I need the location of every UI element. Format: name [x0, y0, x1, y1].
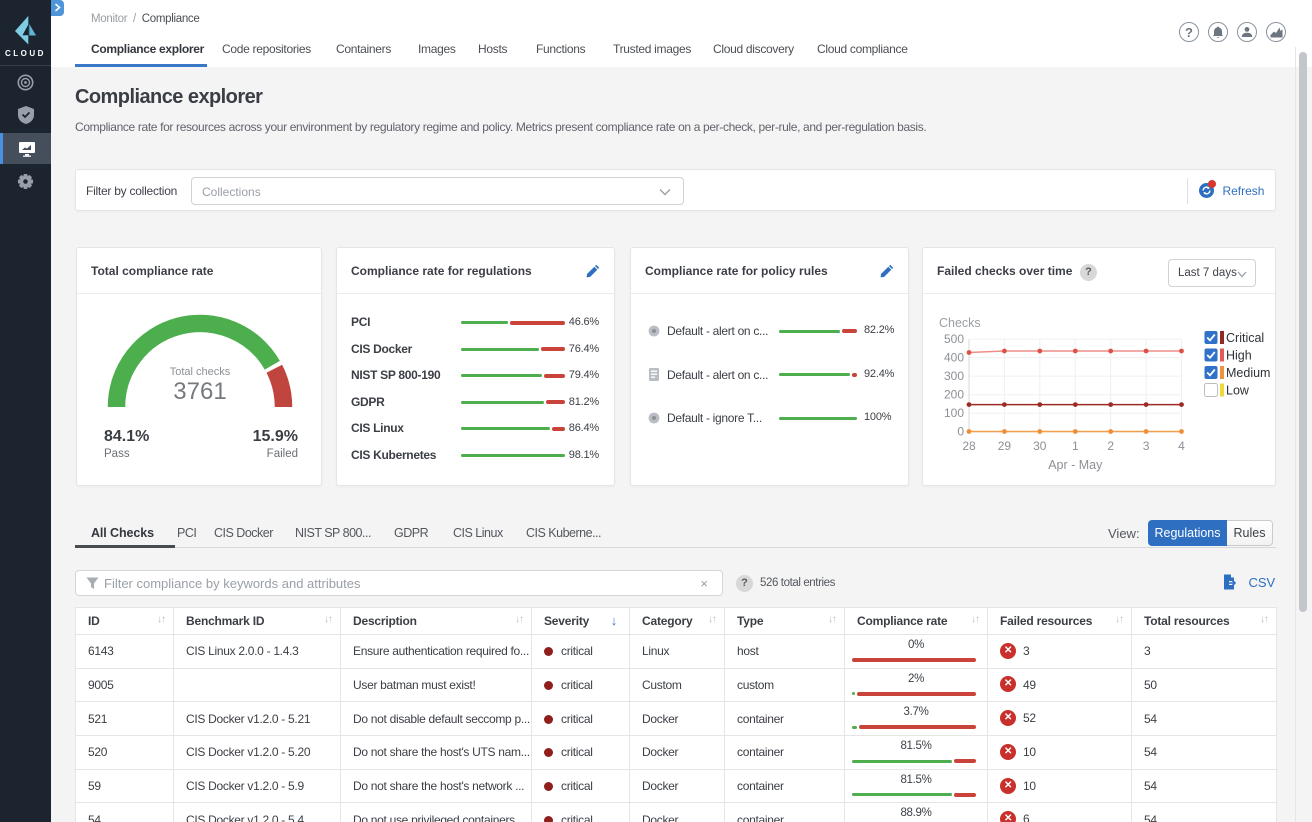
svg-text:2: 2	[1107, 439, 1114, 453]
svg-text:200: 200	[944, 388, 964, 402]
svg-text:Low: Low	[1226, 384, 1250, 398]
svg-text:30: 30	[1033, 439, 1047, 453]
svg-text:3: 3	[1143, 439, 1150, 453]
svg-text:29: 29	[998, 439, 1012, 453]
svg-text:28: 28	[962, 439, 976, 453]
svg-text:1: 1	[1072, 439, 1079, 453]
svg-text:400: 400	[944, 351, 964, 365]
svg-text:High: High	[1226, 349, 1252, 363]
svg-text:Checks: Checks	[939, 316, 981, 330]
svg-text:300: 300	[944, 369, 964, 383]
svg-text:Medium: Medium	[1226, 366, 1270, 380]
svg-text:0: 0	[957, 425, 964, 439]
svg-text:500: 500	[944, 332, 964, 346]
svg-text:4: 4	[1178, 439, 1185, 453]
svg-text:Apr - May: Apr - May	[1048, 458, 1103, 472]
svg-text:100: 100	[944, 406, 964, 420]
svg-text:Critical: Critical	[1226, 331, 1264, 345]
